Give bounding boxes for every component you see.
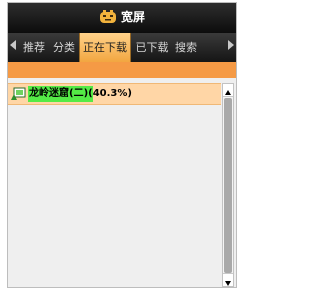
scroll-up-button[interactable] [223,84,233,97]
tab-downloading[interactable]: 正在下载 [79,33,131,62]
scroll-down-arrow-icon [225,281,231,286]
tab-category[interactable]: 分类 [50,33,78,62]
app-title: 宽屏 [121,10,146,24]
scroll-down-button[interactable] [223,273,233,286]
app-window: 宽屏 推荐 分类 正在下载 已下载 搜索 龙岭迷窟(二)(40.3%) [7,2,237,288]
tab-left-arrow-icon[interactable] [10,40,16,50]
download-title: 龙岭迷窟(二) [29,88,89,99]
tab-recommend[interactable]: 推荐 [20,33,48,62]
tab-bar: 推荐 分类 正在下载 已下载 搜索 [8,33,236,62]
tab-downloaded[interactable]: 已下载 [132,33,172,62]
video-file-icon [11,87,26,100]
download-item[interactable]: 龙岭迷窟(二)(40.3%) [8,83,221,105]
title-bar: 宽屏 [8,3,236,33]
download-list: 龙岭迷窟(二)(40.3%) [8,78,236,287]
scroll-thumb[interactable] [224,98,232,273]
tab-search[interactable]: 搜索 [172,33,200,62]
accent-band [8,62,236,78]
app-face-icon [100,10,116,23]
download-label: 龙岭迷窟(二)(40.3%) [29,86,132,102]
tab-right-arrow-icon[interactable] [228,40,234,50]
download-progress: (40.3%) [88,88,132,99]
vertical-scrollbar[interactable] [222,83,234,287]
